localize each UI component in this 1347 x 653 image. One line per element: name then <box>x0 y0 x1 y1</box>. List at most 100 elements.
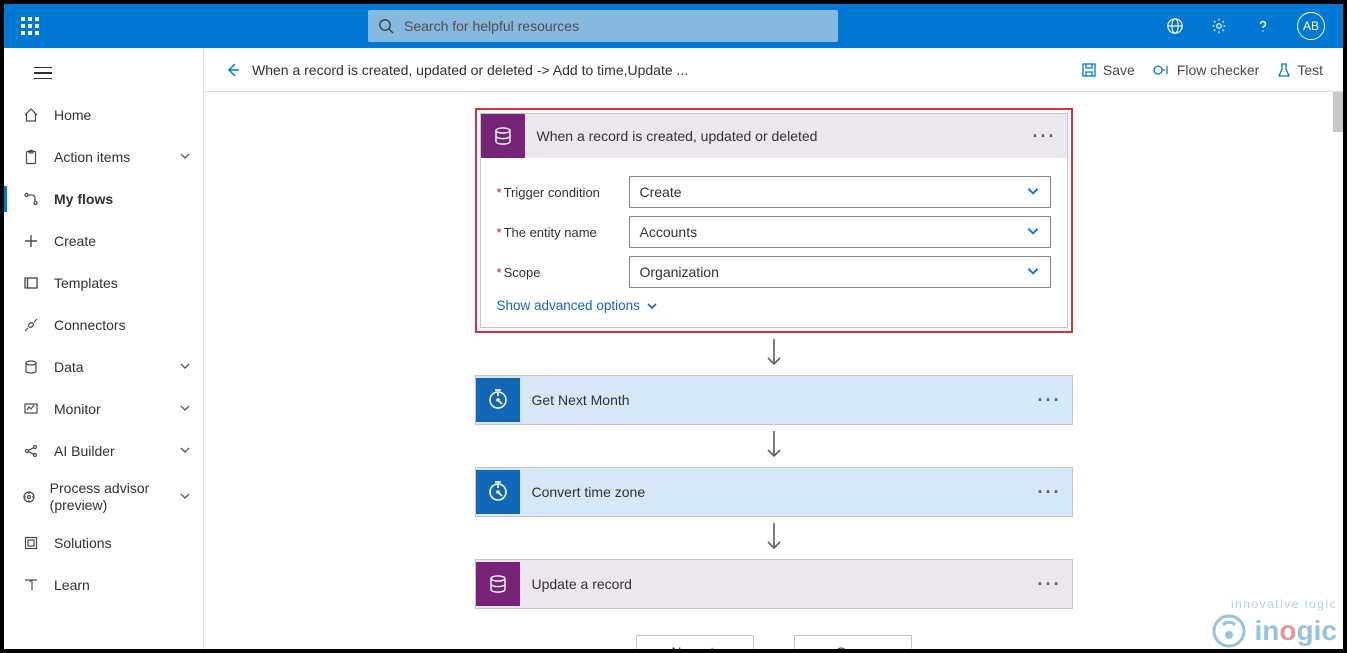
user-avatar[interactable]: AB <box>1297 12 1325 40</box>
sidebar-item-label: Templates <box>54 275 118 291</box>
trigger-header[interactable]: When a record is created, updated or del… <box>481 114 1067 158</box>
field-label-entity-name: *The entity name <box>497 225 629 240</box>
main-area: When a record is created, updated or del… <box>204 48 1343 649</box>
chevron-down-icon <box>1026 224 1040 241</box>
trigger-condition-select[interactable]: Create <box>629 176 1051 208</box>
sidebar: Home Action items My flows Create <box>4 48 204 649</box>
select-value: Accounts <box>640 224 698 240</box>
trigger-highlight: When a record is created, updated or del… <box>475 108 1073 333</box>
sidebar-item-home[interactable]: Home <box>4 94 203 136</box>
test-command[interactable]: Test <box>1277 62 1323 78</box>
sidebar-item-solutions[interactable]: Solutions <box>4 522 203 564</box>
breadcrumb: When a record is created, updated or del… <box>252 62 688 78</box>
app-topbar: AB <box>4 4 1343 48</box>
show-advanced-options-link[interactable]: Show advanced options <box>497 298 1051 313</box>
home-icon <box>20 107 42 123</box>
step-header[interactable]: Convert time zone ··· <box>476 468 1072 516</box>
sidebar-item-ai-builder[interactable]: AI Builder <box>4 430 203 472</box>
field-label-scope: *Scope <box>497 265 629 280</box>
sidebar-item-action-items[interactable]: Action items <box>4 136 203 178</box>
test-label: Test <box>1297 62 1323 78</box>
sidebar-item-templates[interactable]: Templates <box>4 262 203 304</box>
sidebar-item-label: My flows <box>54 191 113 207</box>
connector-arrow[interactable] <box>475 333 1073 375</box>
chevron-down-icon <box>179 149 191 165</box>
search-icon <box>378 18 394 34</box>
help-icon[interactable] <box>1253 16 1273 36</box>
sidebar-item-create[interactable]: Create <box>4 220 203 262</box>
trigger-body: *Trigger condition Create *The entity na… <box>481 158 1067 327</box>
chevron-down-icon <box>179 359 191 375</box>
chevron-down-icon <box>179 489 191 505</box>
card-menu-button[interactable]: ··· <box>1038 574 1062 595</box>
clock-icon <box>476 378 520 422</box>
sidebar-item-connectors[interactable]: Connectors <box>4 304 203 346</box>
save-button[interactable]: Save <box>794 635 912 649</box>
sidebar-toggle[interactable] <box>4 52 203 94</box>
clock-icon <box>476 470 520 514</box>
card-menu-button[interactable]: ··· <box>1038 482 1062 503</box>
entity-name-select[interactable]: Accounts <box>629 216 1051 248</box>
step-card-get-next-month: Get Next Month ··· <box>475 375 1073 425</box>
database-icon <box>20 359 42 375</box>
save-label: Save <box>1103 62 1135 78</box>
sidebar-item-learn[interactable]: Learn <box>4 564 203 606</box>
solutions-icon <box>20 535 42 551</box>
trigger-card: When a record is created, updated or del… <box>480 113 1068 328</box>
app-launcher-icon[interactable] <box>12 8 48 44</box>
step-card-convert-time-zone: Convert time zone ··· <box>475 467 1073 517</box>
step-header[interactable]: Get Next Month ··· <box>476 376 1072 424</box>
back-button[interactable] <box>224 61 252 79</box>
hamburger-icon <box>20 52 52 94</box>
chevron-down-icon <box>179 443 191 459</box>
card-menu-button[interactable]: ··· <box>1038 390 1062 411</box>
connector-arrow[interactable] <box>475 517 1073 559</box>
sidebar-item-my-flows[interactable]: My flows <box>4 178 203 220</box>
select-value: Create <box>640 184 682 200</box>
learn-icon <box>20 577 42 593</box>
search-input[interactable] <box>404 18 828 34</box>
step-header[interactable]: Update a record ··· <box>476 560 1072 608</box>
sidebar-item-label: Monitor <box>54 401 101 417</box>
scope-select[interactable]: Organization <box>629 256 1051 288</box>
chevron-down-icon <box>1026 264 1040 281</box>
ai-builder-icon <box>20 443 42 459</box>
save-command[interactable]: Save <box>1081 62 1135 78</box>
sidebar-item-process-advisor[interactable]: Process advisor (preview) <box>4 472 203 522</box>
sidebar-item-label: Action items <box>54 149 130 165</box>
sidebar-item-label: Solutions <box>54 535 112 551</box>
templates-icon <box>20 275 42 291</box>
connectors-icon <box>20 317 42 333</box>
cds-icon <box>481 114 525 158</box>
global-search[interactable] <box>368 10 838 42</box>
chevron-down-icon <box>179 401 191 417</box>
settings-icon[interactable] <box>1209 16 1229 36</box>
sidebar-item-monitor[interactable]: Monitor <box>4 388 203 430</box>
sidebar-item-label: Learn <box>54 577 90 593</box>
step-title: Get Next Month <box>520 392 1038 408</box>
scrollbar-thumb[interactable] <box>1333 92 1343 132</box>
sidebar-item-label: Home <box>54 107 91 123</box>
sidebar-item-label: Process advisor (preview) <box>50 480 179 515</box>
trigger-title: When a record is created, updated or del… <box>525 128 1033 144</box>
flow-canvas: When a record is created, updated or del… <box>204 92 1343 649</box>
step-card-update-a-record: Update a record ··· <box>475 559 1073 609</box>
plus-icon <box>20 233 42 249</box>
process-advisor-icon <box>20 489 38 505</box>
sidebar-item-label: AI Builder <box>54 443 115 459</box>
field-label-trigger-condition: *Trigger condition <box>497 185 629 200</box>
new-step-button[interactable]: + New step <box>636 635 754 649</box>
connector-arrow[interactable] <box>475 425 1073 467</box>
flow-icon <box>20 191 42 207</box>
cds-icon <box>476 562 520 606</box>
sidebar-item-label: Connectors <box>54 317 126 333</box>
sidebar-item-data[interactable]: Data <box>4 346 203 388</box>
flow-checker-command[interactable]: Flow checker <box>1153 62 1259 78</box>
sidebar-item-label: Data <box>54 359 84 375</box>
environment-icon[interactable] <box>1165 16 1185 36</box>
card-menu-button[interactable]: ··· <box>1033 126 1057 147</box>
flow-checker-label: Flow checker <box>1177 62 1259 78</box>
monitor-icon <box>20 401 42 417</box>
chevron-down-icon <box>1026 184 1040 201</box>
sidebar-item-label: Create <box>54 233 96 249</box>
